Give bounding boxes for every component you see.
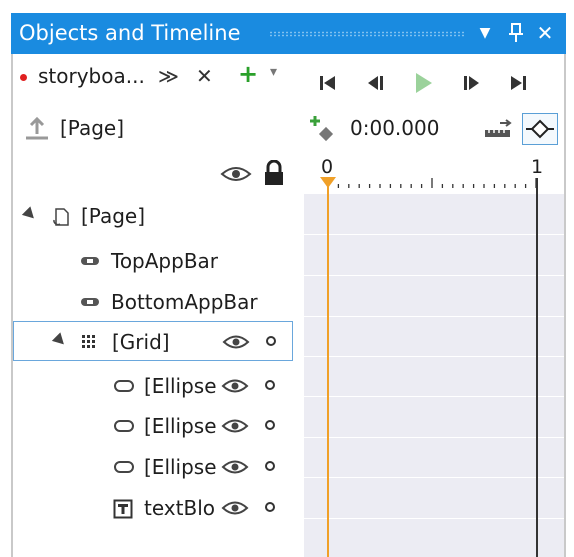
tree-row-bottomappbar[interactable]: BottomAppBar <box>13 282 291 322</box>
track-separator <box>304 275 564 276</box>
appbar-icon <box>81 298 99 306</box>
show-all-eye-icon[interactable] <box>220 164 252 184</box>
panel-menu-button[interactable]: ▼ <box>472 19 498 47</box>
playhead-line <box>327 178 329 557</box>
previous-frame-icon[interactable] <box>364 70 390 96</box>
tree-label: textBlo <box>144 496 215 520</box>
track-separator <box>304 477 564 478</box>
tree-row-ellipse[interactable]: [Ellipse <box>13 406 291 446</box>
pin-icon <box>509 23 523 42</box>
lock-toggle-icon[interactable] <box>265 380 275 390</box>
tree-label: [Ellipse <box>144 374 217 398</box>
go-to-last-frame-icon[interactable] <box>506 70 532 96</box>
tree-row-ellipse[interactable]: [Ellipse <box>13 366 291 406</box>
grid-icon <box>82 335 95 348</box>
timeline-zoom-icon[interactable] <box>483 118 513 140</box>
ellipse-icon <box>114 380 134 392</box>
timeline-track-area[interactable] <box>304 194 564 557</box>
ellipse-icon <box>114 461 134 473</box>
go-to-first-frame-icon[interactable] <box>315 70 341 96</box>
expand-arrow-icon[interactable] <box>21 206 39 223</box>
pin-button[interactable] <box>503 19 529 47</box>
current-time-field[interactable] <box>344 110 490 146</box>
tree-label: TopAppBar <box>111 249 219 273</box>
ruler-start-label: 0 <box>321 156 334 178</box>
close-storyboard-button[interactable]: ✕ <box>196 64 213 88</box>
tree-row-grid[interactable]: [Grid] <box>13 321 293 361</box>
record-keyframe-icon[interactable] <box>306 114 336 144</box>
playhead-marker-icon[interactable] <box>318 176 338 190</box>
tree-row-ellipse[interactable]: [Ellipse <box>13 447 291 487</box>
ellipse-icon <box>114 420 134 432</box>
panel-title-bar: Objects and Timeline ▼ ✕ <box>11 13 566 54</box>
track-separator <box>304 316 564 317</box>
track-separator <box>304 396 564 397</box>
track-separator <box>304 518 564 519</box>
storyboard-name[interactable]: storyboa... <box>38 64 145 88</box>
new-storyboard-button[interactable]: + <box>238 60 258 88</box>
visibility-eye-icon[interactable] <box>222 333 250 351</box>
collapse-storyboard-button[interactable]: ≫ <box>158 64 179 88</box>
page-icon <box>53 208 69 226</box>
track-separator <box>304 234 564 235</box>
visibility-eye-icon[interactable] <box>221 458 249 476</box>
lock-all-icon[interactable] <box>263 160 285 186</box>
visibility-eye-icon[interactable] <box>221 499 249 517</box>
close-panel-button[interactable]: ✕ <box>532 19 558 47</box>
tree-label: [Ellipse <box>144 455 217 479</box>
lock-toggle-icon[interactable] <box>265 502 275 512</box>
scope-up-icon[interactable] <box>22 114 52 144</box>
tree-row-page[interactable]: [Page] <box>13 196 291 236</box>
tree-label: [Grid] <box>112 330 170 354</box>
title-drag-grip[interactable] <box>269 31 465 37</box>
lock-toggle-icon[interactable] <box>265 420 275 430</box>
timeline-ruler[interactable] <box>304 152 564 194</box>
scope-root-label[interactable]: [Page] <box>60 116 124 140</box>
track-separator <box>304 437 564 438</box>
track-separator <box>304 356 564 357</box>
next-frame-icon[interactable] <box>458 70 484 96</box>
tree-row-topappbar[interactable]: TopAppBar <box>13 241 291 281</box>
visibility-eye-icon[interactable] <box>221 377 249 395</box>
snapping-toggle-button[interactable] <box>522 113 558 145</box>
tree-row-textblock[interactable]: textBlo <box>13 488 291 528</box>
tree-label: BottomAppBar <box>111 290 258 314</box>
ruler-end-label: 1 <box>531 156 544 178</box>
lock-toggle-icon[interactable] <box>266 336 276 346</box>
panel-title: Objects and Timeline <box>19 21 241 45</box>
recording-dot-icon <box>20 74 27 81</box>
textblock-icon <box>113 499 133 519</box>
tree-label: [Page] <box>81 204 146 228</box>
storyboard-options-dropdown[interactable]: ▾ <box>270 64 277 80</box>
lock-toggle-icon[interactable] <box>265 461 275 471</box>
appbar-icon <box>81 257 99 265</box>
play-icon[interactable] <box>410 70 436 96</box>
tree-label: [Ellipse <box>144 414 217 438</box>
timeline-end-line <box>536 178 538 557</box>
expand-arrow-icon[interactable] <box>51 332 69 349</box>
panel-right-border <box>564 54 566 557</box>
snapping-icon <box>526 119 554 139</box>
visibility-eye-icon[interactable] <box>221 417 249 435</box>
